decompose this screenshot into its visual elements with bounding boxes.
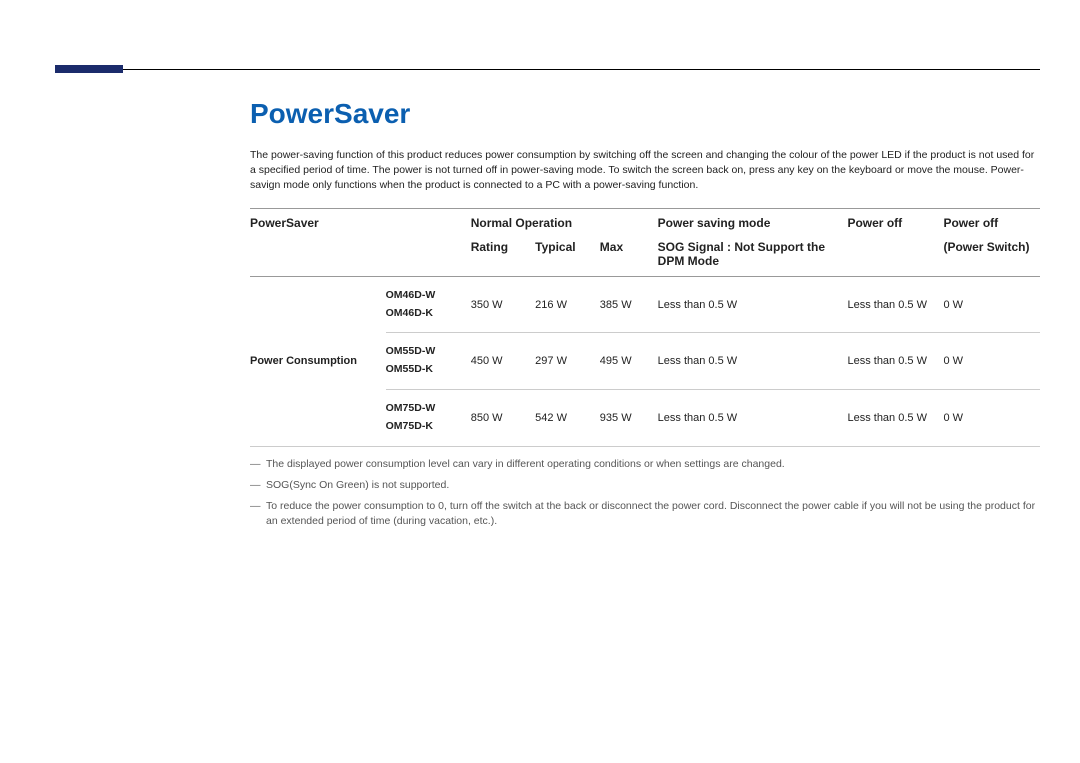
content-area: PowerSaver The power-saving function of … [250, 98, 1040, 536]
poff2-cell: 0 W [943, 390, 1040, 447]
section-title: PowerSaver [250, 98, 1040, 130]
hdr-powersaver: PowerSaver [250, 208, 386, 235]
intro-paragraph: The power-saving function of this produc… [250, 148, 1040, 194]
poff-cell: Less than 0.5 W [847, 390, 943, 447]
hdr-typical: Typical [535, 235, 600, 277]
typical-cell: 297 W [535, 333, 600, 390]
footnotes: The displayed power consumption level ca… [250, 457, 1040, 530]
chapter-tab-mark [55, 65, 123, 73]
typical-cell: 542 W [535, 390, 600, 447]
rating-cell: 450 W [471, 333, 535, 390]
hdr-poff2: Power off [943, 208, 1040, 235]
poff-cell: Less than 0.5 W [847, 333, 943, 390]
hdr-max: Max [600, 235, 658, 277]
psm-cell: Less than 0.5 W [658, 390, 848, 447]
hdr-rating: Rating [471, 235, 535, 277]
poff2-cell: 0 W [943, 276, 1040, 333]
model-cell: OM46D-WOM46D-K [386, 276, 471, 333]
model-cell: OM55D-WOM55D-K [386, 333, 471, 390]
typical-cell: 216 W [535, 276, 600, 333]
row-label: Power Consumption [250, 276, 386, 446]
rating-cell: 850 W [471, 390, 535, 447]
table-row: Power Consumption OM46D-WOM46D-K 350 W 2… [250, 276, 1040, 333]
max-cell: 495 W [600, 333, 658, 390]
rating-cell: 350 W [471, 276, 535, 333]
footnote-item: The displayed power consumption level ca… [250, 457, 1040, 472]
hdr-psm: Power saving mode [658, 208, 848, 235]
max-cell: 385 W [600, 276, 658, 333]
footnote-item: To reduce the power consumption to 0, tu… [250, 499, 1040, 529]
psm-cell: Less than 0.5 W [658, 333, 848, 390]
powersaver-table: PowerSaver Normal Operation Power saving… [250, 208, 1040, 447]
max-cell: 935 W [600, 390, 658, 447]
top-rule [55, 69, 1040, 70]
hdr-pswitch: (Power Switch) [943, 235, 1040, 277]
psm-cell: Less than 0.5 W [658, 276, 848, 333]
poff-cell: Less than 0.5 W [847, 276, 943, 333]
hdr-sog: SOG Signal : Not Support the DPM Mode [658, 235, 848, 277]
poff2-cell: 0 W [943, 333, 1040, 390]
model-cell: OM75D-WOM75D-K [386, 390, 471, 447]
hdr-normal-op: Normal Operation [471, 208, 658, 235]
footnote-item: SOG(Sync On Green) is not supported. [250, 478, 1040, 493]
hdr-poff: Power off [847, 208, 943, 235]
